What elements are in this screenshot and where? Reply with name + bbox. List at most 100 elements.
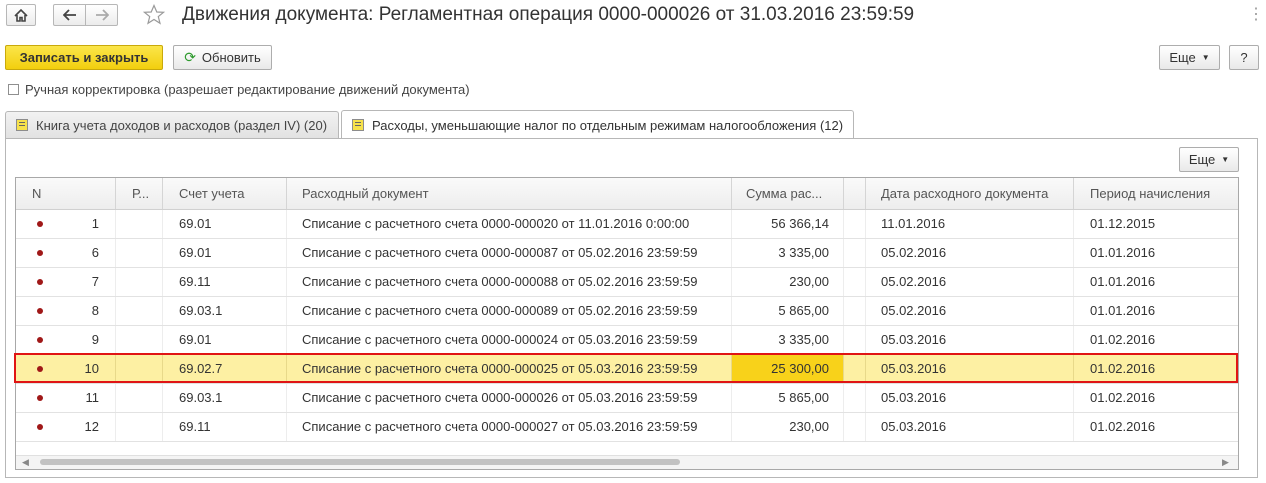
cell-period[interactable]: 01.02.2016 xyxy=(1074,326,1238,354)
cell-blank[interactable] xyxy=(844,413,866,441)
table-row[interactable]: 8 69.03.1 Списание с расчетного счета 0000… xyxy=(16,297,1238,326)
cell-date[interactable]: 05.03.2016 xyxy=(866,413,1074,441)
column-header-account[interactable]: Счет учета xyxy=(163,178,287,209)
table-row[interactable]: 7 69.11 Списание с расчетного счета 0000-0… xyxy=(16,268,1238,297)
help-button[interactable]: ? xyxy=(1229,45,1259,70)
cell-date[interactable]: 05.03.2016 xyxy=(866,326,1074,354)
cell-account[interactable]: 69.01 xyxy=(163,239,287,267)
column-header-n[interactable]: N xyxy=(16,178,116,209)
cell-sum[interactable]: 3 335,00 xyxy=(732,326,844,354)
cell-blank[interactable] xyxy=(844,268,866,296)
cell-r[interactable] xyxy=(116,384,163,412)
cell-blank[interactable] xyxy=(844,210,866,238)
star-icon[interactable] xyxy=(142,3,166,28)
cell-sum[interactable]: 25 300,00 xyxy=(732,355,844,383)
cell-document[interactable]: Списание с расчетного счета 0000-000027 … xyxy=(287,413,732,441)
cell-r[interactable] xyxy=(116,413,163,441)
cell-blank[interactable] xyxy=(844,384,866,412)
cell-n[interactable]: 9 xyxy=(16,326,116,354)
cell-n[interactable]: 12 xyxy=(16,413,116,441)
cell-document[interactable]: Списание с расчетного счета 0000-000024 … xyxy=(287,326,732,354)
cell-date[interactable]: 05.03.2016 xyxy=(866,355,1074,383)
close-icon[interactable]: ⋮ xyxy=(1248,4,1264,24)
cell-n[interactable]: 1 xyxy=(16,210,116,238)
cell-sum[interactable]: 230,00 xyxy=(732,268,844,296)
cell-document[interactable]: Списание с расчетного счета 0000-000020 … xyxy=(287,210,732,238)
cell-period[interactable]: 01.02.2016 xyxy=(1074,355,1238,383)
table-row[interactable]: 9 69.01 Списание с расчетного счета 0000-0… xyxy=(16,326,1238,355)
column-header-blank[interactable] xyxy=(844,178,866,209)
cell-period[interactable]: 01.01.2016 xyxy=(1074,239,1238,267)
table-row[interactable]: 1 69.01 Списание с расчетного счета 0000-0… xyxy=(16,210,1238,239)
refresh-button[interactable]: ⟳ Обновить xyxy=(173,45,272,70)
cell-account[interactable]: 69.01 xyxy=(163,210,287,238)
table-row[interactable]: 10 69.02.7 Списание с расчетного счета 000… xyxy=(16,355,1238,384)
cell-n[interactable]: 6 xyxy=(16,239,116,267)
cell-account[interactable]: 69.03.1 xyxy=(163,297,287,325)
cell-period[interactable]: 01.01.2016 xyxy=(1074,297,1238,325)
cell-account[interactable]: 69.02.7 xyxy=(163,355,287,383)
cell-document[interactable]: Списание с расчетного счета 0000-000025 … xyxy=(287,355,732,383)
cell-date[interactable]: 11.01.2016 xyxy=(866,210,1074,238)
help-label: ? xyxy=(1240,50,1248,65)
cell-period[interactable]: 01.02.2016 xyxy=(1074,413,1238,441)
forward-button[interactable] xyxy=(85,4,118,26)
cell-account[interactable]: 69.01 xyxy=(163,326,287,354)
table-row[interactable]: 12 69.11 Списание с расчетного счета 0000-… xyxy=(16,413,1238,442)
cell-blank[interactable] xyxy=(844,355,866,383)
cell-date[interactable]: 05.02.2016 xyxy=(866,239,1074,267)
scroll-left-icon[interactable]: ◀ xyxy=(22,457,29,468)
cell-date[interactable]: 05.02.2016 xyxy=(866,297,1074,325)
cell-blank[interactable] xyxy=(844,326,866,354)
column-header-r[interactable]: Р... xyxy=(116,178,163,209)
cell-sum[interactable]: 3 335,00 xyxy=(732,239,844,267)
cell-account[interactable]: 69.03.1 xyxy=(163,384,287,412)
column-header-period[interactable]: Период начисления xyxy=(1074,178,1238,209)
column-header-sum[interactable]: Сумма рас... xyxy=(732,178,844,209)
table-row[interactable]: 11 69.03.1 Списание с расчетного счета 000… xyxy=(16,384,1238,413)
cell-document[interactable]: Списание с расчетного счета 0000-000088 … xyxy=(287,268,732,296)
cell-blank[interactable] xyxy=(844,239,866,267)
cell-period[interactable]: 01.12.2015 xyxy=(1074,210,1238,238)
more-button[interactable]: Еще ▼ xyxy=(1159,45,1220,70)
manual-correction-checkbox[interactable] xyxy=(8,84,19,95)
column-header-date[interactable]: Дата расходного документа xyxy=(866,178,1074,209)
back-button[interactable] xyxy=(53,4,86,26)
tab-tax-reducing-expenses[interactable]: Расходы, уменьшающие налог по отдельным … xyxy=(341,110,854,139)
table-more-label: Еще xyxy=(1188,152,1216,167)
cell-document[interactable]: Списание с расчетного счета 0000-000087 … xyxy=(287,239,732,267)
horizontal-scrollbar[interactable]: ◀ ▶ xyxy=(16,455,1238,469)
cell-r[interactable] xyxy=(116,326,163,354)
cell-document[interactable]: Списание с расчетного счета 0000-000026 … xyxy=(287,384,732,412)
scroll-right-icon[interactable]: ▶ xyxy=(1222,457,1229,468)
cell-account[interactable]: 69.11 xyxy=(163,413,287,441)
cell-r[interactable] xyxy=(116,355,163,383)
cell-n[interactable]: 10 xyxy=(16,355,116,383)
cell-n[interactable]: 8 xyxy=(16,297,116,325)
cell-document[interactable]: Списание с расчетного счета 0000-000089 … xyxy=(287,297,732,325)
cell-sum[interactable]: 5 865,00 xyxy=(732,384,844,412)
tab-income-expense-book[interactable]: Книга учета доходов и расходов (раздел I… xyxy=(5,111,339,138)
home-button[interactable] xyxy=(6,4,36,26)
cell-blank[interactable] xyxy=(844,297,866,325)
table-row[interactable]: 6 69.01 Списание с расчетного счета 0000-0… xyxy=(16,239,1238,268)
cell-period[interactable]: 01.02.2016 xyxy=(1074,384,1238,412)
cell-r[interactable] xyxy=(116,239,163,267)
cell-date[interactable]: 05.02.2016 xyxy=(866,268,1074,296)
cell-sum[interactable]: 230,00 xyxy=(732,413,844,441)
column-header-document[interactable]: Расходный документ xyxy=(287,178,732,209)
cell-sum[interactable]: 56 366,14 xyxy=(732,210,844,238)
cell-account[interactable]: 69.11 xyxy=(163,268,287,296)
cell-r[interactable] xyxy=(116,268,163,296)
cell-n[interactable]: 7 xyxy=(16,268,116,296)
cell-period[interactable]: 01.01.2016 xyxy=(1074,268,1238,296)
scrollbar-thumb[interactable] xyxy=(40,459,680,465)
table-more-button[interactable]: Еще ▼ xyxy=(1179,147,1239,172)
save-and-close-button[interactable]: Записать и закрыть xyxy=(5,45,163,70)
cell-r[interactable] xyxy=(116,210,163,238)
cell-n[interactable]: 11 xyxy=(16,384,116,412)
cell-sum[interactable]: 5 865,00 xyxy=(732,297,844,325)
cell-date[interactable]: 05.03.2016 xyxy=(866,384,1074,412)
movements-table[interactable]: N Р... Счет учета Расходный документ Сум… xyxy=(15,177,1239,470)
cell-r[interactable] xyxy=(116,297,163,325)
